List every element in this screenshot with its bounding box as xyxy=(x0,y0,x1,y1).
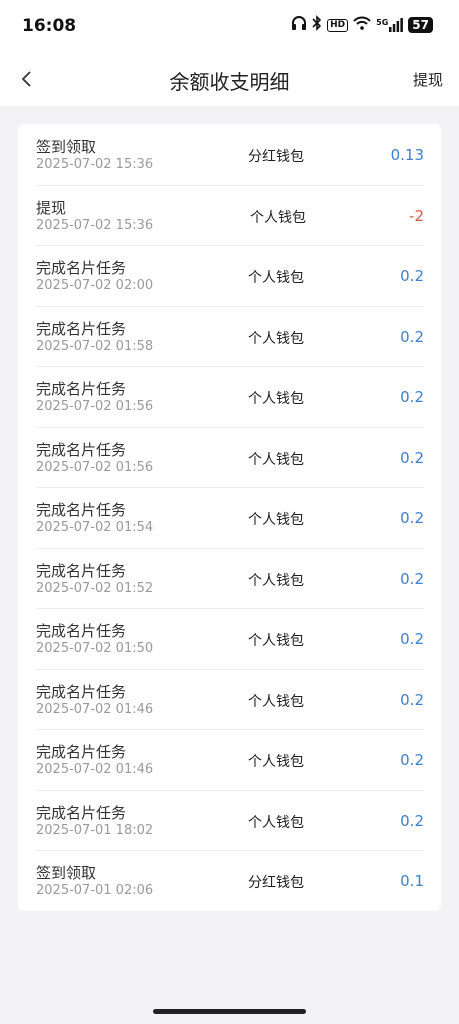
record-time: 2025-07-02 01:46 xyxy=(36,762,154,777)
battery-icon: 57 xyxy=(408,17,433,33)
record-amount: 0.2 xyxy=(400,811,424,830)
record-title: 签到领取 xyxy=(36,864,97,882)
list-item[interactable]: 签到领取 2025-07-01 02:06 分红钱包 0.1 xyxy=(36,850,424,911)
record-time: 2025-07-02 01:46 xyxy=(36,701,154,717)
status-time: 16:08 xyxy=(22,16,77,36)
page-title: 余额收支明细 xyxy=(169,70,290,94)
record-amount: -2 xyxy=(409,206,424,225)
record-time: 2025-07-02 02:00 xyxy=(36,278,154,293)
record-amount: 0.2 xyxy=(400,448,424,467)
network-label: 5G xyxy=(376,18,389,27)
record-title: 完成名片任务 xyxy=(36,501,127,519)
status-icons: HD 5G 57 xyxy=(291,15,433,35)
list-item[interactable]: 完成名片任务 2025-07-02 01:54 个人钱包 0.2 xyxy=(36,487,424,549)
list-item[interactable]: 完成名片任务 2025-07-02 01:46 个人钱包 0.2 xyxy=(36,669,424,730)
record-wallet: 个人钱包 xyxy=(248,391,304,407)
record-time: 2025-07-02 01:56 xyxy=(36,459,154,475)
record-wallet: 个人钱包 xyxy=(248,270,304,286)
record-wallet: 个人钱包 xyxy=(248,572,304,589)
wifi-icon xyxy=(353,16,371,34)
record-title: 提现 xyxy=(36,198,67,217)
record-title: 完成名片任务 xyxy=(36,440,127,459)
status-bar: 16:08 HD 5G 57 xyxy=(0,0,459,54)
records-list: 签到领取 2025-07-02 15:36 分红钱包 0.13 提现 2025-07-02… xyxy=(18,124,441,911)
record-amount: 0.13 xyxy=(390,146,424,164)
list-item[interactable]: 完成名片任务 2025-07-02 01:56 个人钱包 0.2 xyxy=(36,427,424,488)
record-wallet: 个人钱包 xyxy=(248,693,304,710)
record-time: 2025-07-02 15:36 xyxy=(36,157,154,172)
record-wallet: 个人钱包 xyxy=(248,512,304,528)
record-amount: 0.1 xyxy=(400,872,424,890)
list-item[interactable]: 完成名片任务 2025-07-02 01:50 个人钱包 0.2 xyxy=(36,608,424,670)
record-amount: 0.2 xyxy=(400,327,424,346)
record-amount: 0.2 xyxy=(400,751,424,769)
record-time: 2025-07-01 18:02 xyxy=(36,822,154,838)
record-amount: 0.2 xyxy=(400,267,424,285)
record-title: 完成名片任务 xyxy=(36,803,127,822)
record-wallet: 个人钱包 xyxy=(250,209,306,226)
record-amount: 0.2 xyxy=(400,630,424,648)
navigation-bar: 余额收支明细 提现 xyxy=(0,54,459,106)
record-wallet: 个人钱包 xyxy=(248,330,304,347)
record-wallet: 个人钱包 xyxy=(248,814,304,831)
headphones-icon xyxy=(291,15,307,35)
record-time: 2025-07-01 02:06 xyxy=(36,883,154,898)
record-wallet: 分红钱包 xyxy=(248,149,304,165)
record-amount: 0.2 xyxy=(400,569,424,588)
list-item[interactable]: 完成名片任务 2025-07-02 01:46 个人钱包 0.2 xyxy=(36,729,424,791)
signal-icon: 5G xyxy=(376,18,404,32)
record-title: 签到领取 xyxy=(36,138,97,156)
record-amount: 0.2 xyxy=(400,690,424,709)
list-item[interactable]: 完成名片任务 2025-07-02 01:52 个人钱包 0.2 xyxy=(36,548,424,609)
list-item[interactable]: 签到领取 2025-07-02 15:36 分红钱包 0.13 xyxy=(36,124,424,186)
record-title: 完成名片任务 xyxy=(36,682,127,701)
record-title: 完成名片任务 xyxy=(36,319,127,338)
record-wallet: 个人钱包 xyxy=(248,633,304,649)
record-title: 完成名片任务 xyxy=(36,561,127,580)
record-time: 2025-07-02 01:50 xyxy=(36,641,154,656)
record-time: 2025-07-02 01:52 xyxy=(36,580,154,596)
list-item[interactable]: 完成名片任务 2025-07-02 01:56 个人钱包 0.2 xyxy=(36,366,424,428)
record-amount: 0.2 xyxy=(400,388,424,406)
record-title: 完成名片任务 xyxy=(36,259,127,277)
home-indicator[interactable] xyxy=(153,1009,306,1014)
record-time: 2025-07-02 01:58 xyxy=(36,338,154,354)
record-time: 2025-07-02 01:56 xyxy=(36,399,154,414)
record-wallet: 分红钱包 xyxy=(248,875,304,891)
record-amount: 0.2 xyxy=(400,509,424,527)
record-wallet: 个人钱包 xyxy=(248,754,304,770)
record-title: 完成名片任务 xyxy=(36,622,127,640)
list-item[interactable]: 完成名片任务 2025-07-01 18:02 个人钱包 0.2 xyxy=(36,790,424,851)
hd-icon: HD xyxy=(327,18,349,32)
record-title: 完成名片任务 xyxy=(36,380,127,398)
list-item[interactable]: 完成名片任务 2025-07-02 01:58 个人钱包 0.2 xyxy=(36,306,424,367)
withdraw-button[interactable]: 提现 xyxy=(413,69,443,90)
record-time: 2025-07-02 15:36 xyxy=(36,217,154,233)
list-item[interactable]: 完成名片任务 2025-07-02 02:00 个人钱包 0.2 xyxy=(36,245,424,307)
record-time: 2025-07-02 01:54 xyxy=(36,520,154,535)
record-title: 完成名片任务 xyxy=(36,743,127,761)
bluetooth-icon xyxy=(312,15,322,35)
list-item[interactable]: 提现 2025-07-02 15:36 个人钱包 -2 xyxy=(36,185,424,246)
record-wallet: 个人钱包 xyxy=(248,451,304,468)
